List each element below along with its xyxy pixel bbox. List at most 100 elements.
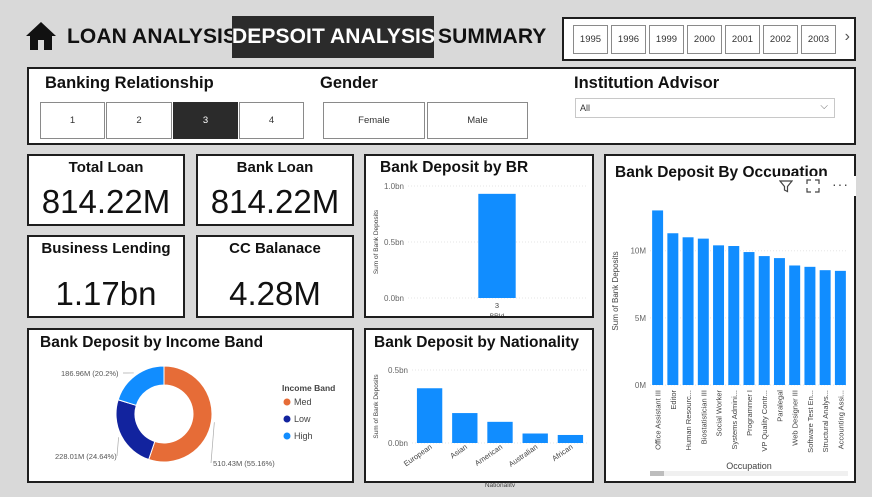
gender-option-female[interactable]: Female: [323, 102, 425, 139]
occupation-bar-chart: 0M 5M 10M Sum of Bank Deposits Office Assist…: [611, 210, 848, 476]
x-tick-label: African: [550, 442, 574, 463]
y-tick-label: 0M: [635, 381, 646, 390]
kpi-value: 4.28M: [229, 275, 321, 312]
tab-loan-analysis[interactable]: LOAN ANALYSIS: [67, 16, 237, 58]
legend-label: High: [294, 431, 313, 441]
kpi-value: 814.22M: [210, 183, 340, 220]
donut-slice-high: [117, 365, 165, 407]
year-slicer: 1995 1996 1999 2000 2001 2002 2003 ›: [562, 17, 856, 61]
kpi-card-cc-balance: CC Balanace 4.28M: [196, 235, 354, 318]
bar-6: [743, 252, 755, 385]
data-label: 228.01M (24.64%): [55, 452, 117, 461]
year-button[interactable]: 2000: [687, 25, 722, 54]
more-options-icon[interactable]: ···: [832, 176, 849, 192]
kpi-value: 814.22M: [41, 183, 171, 220]
y-tick-label: 0.0bn: [388, 439, 408, 448]
x-tick-label: 3: [495, 301, 499, 310]
y-axis-title: Sum of Bank Deposits: [373, 209, 380, 274]
tab-summary[interactable]: SUMMARY: [438, 16, 546, 58]
legend-label: Med: [294, 397, 312, 407]
data-label: 186.96M (20.2%): [61, 369, 119, 378]
kpi-title: Business Lending: [41, 240, 171, 257]
x-tick-label: Web Designer III: [791, 390, 800, 446]
legend-marker-high: [283, 432, 291, 440]
dropdown-value: All: [580, 103, 591, 113]
year-button[interactable]: 2001: [725, 25, 760, 54]
br-option-1[interactable]: 1: [40, 102, 105, 139]
bar-0: [416, 388, 443, 443]
x-tick-label: American: [473, 442, 504, 468]
chart-title: Bank Deposit by Nationality: [374, 334, 579, 351]
x-tick-label: Accounting Assi...: [836, 390, 845, 449]
bank-deposit-by-occupation-card: Bank Deposit By Occupation ··· 0M 5M 10M Su…: [604, 154, 856, 483]
bar-8: [773, 258, 785, 385]
chart-title: Bank Deposit by BR: [380, 159, 529, 176]
data-label: 510.43M (55.16%): [213, 459, 275, 468]
chevron-down-icon: ⌵: [820, 101, 828, 112]
income-band-donut-chart: 510.43M (55.16%) 228.01M (24.64%) 186.96M …: [55, 365, 335, 468]
filter-icon[interactable]: [779, 179, 793, 193]
tab-deposit-analysis[interactable]: DEPSOIT ANALYSIS: [232, 16, 435, 58]
x-tick-label: Asian: [448, 442, 469, 460]
y-tick-label: 5M: [635, 314, 646, 323]
x-tick-label: Biostatistician III: [699, 390, 708, 444]
x-tick-label: Australian: [507, 442, 539, 469]
chevron-right-icon[interactable]: ›: [845, 28, 850, 46]
br-option-4[interactable]: 4: [239, 102, 304, 139]
year-button[interactable]: 2003: [801, 25, 836, 54]
year-button[interactable]: 2002: [763, 25, 798, 54]
focus-mode-icon[interactable]: [806, 179, 820, 193]
bar-11: [819, 270, 831, 385]
x-tick-label: Structural Analys...: [821, 390, 830, 453]
x-tick-label: Paralegal: [775, 390, 784, 422]
bar-3: [522, 433, 548, 443]
y-axis-title: Sum of Bank Deposits: [611, 251, 620, 330]
bar-4: [713, 245, 725, 385]
bar-10: [804, 266, 816, 385]
legend-title: Income Band: [282, 383, 335, 393]
kpi-card-bank-loan: Bank Loan 814.22M: [196, 154, 354, 226]
kpi-title: Bank Loan: [236, 159, 314, 176]
nationality-bar-chart: 0.0bn0.5bnSum of Bank DepositsEuropean As…: [373, 366, 588, 487]
bar-1: [667, 233, 679, 385]
x-tick-label: VP Quality Contr...: [760, 390, 769, 452]
x-axis-title: Occupation: [726, 461, 772, 471]
gender-option-male[interactable]: Male: [427, 102, 528, 139]
bar-3: [697, 238, 709, 385]
bar-0: [652, 210, 664, 385]
chart-title: Bank Deposit by Income Band: [40, 334, 264, 351]
kpi-card-business-lending: Business Lending 1.17bn: [27, 235, 185, 318]
y-tick-label: 0.0bn: [384, 294, 404, 303]
y-tick-label: 1.0bn: [384, 182, 404, 191]
kpi-card-total-loan: Total Loan 814.22M: [27, 154, 185, 226]
x-tick-label: Software Test En...: [806, 390, 815, 453]
bar-9: [789, 265, 801, 385]
leader-line: [210, 422, 215, 464]
bar-5: [728, 246, 740, 385]
bank-deposit-by-nationality-card: Bank Deposit by Nationality 0.0bn 0.5bn Su…: [364, 328, 594, 487]
year-button[interactable]: 1999: [649, 25, 684, 54]
bar-2: [682, 237, 694, 385]
institution-advisor-dropdown[interactable]: All ⌵: [575, 98, 835, 118]
bar-4: [557, 434, 584, 443]
horizontal-scrollbar-track: [650, 471, 848, 476]
year-button[interactable]: 1996: [611, 25, 646, 54]
bank-deposit-by-br-card: Bank Deposit by BR 0.0bn 0.5bn 1.0bn Sum of…: [364, 154, 594, 318]
x-axis-title: Nationality: [485, 482, 516, 487]
institution-advisor-title: Institution Advisor: [574, 74, 720, 92]
br-option-3[interactable]: 3: [173, 102, 238, 139]
banking-relationship-title: Banking Relationship: [45, 74, 214, 92]
legend-marker-med: [283, 398, 291, 406]
bar-0: [478, 193, 516, 298]
kpi-title: Total Loan: [68, 159, 144, 176]
year-button[interactable]: 1995: [573, 25, 608, 54]
y-axis-title: Sum of Bank Deposits: [373, 374, 380, 439]
y-tick-label: 10M: [630, 247, 646, 256]
leader-line: [116, 437, 119, 457]
bar-7: [758, 256, 770, 385]
x-tick-label: Human Resourc...: [684, 390, 693, 450]
y-tick-label: 0.5bn: [388, 366, 408, 375]
gender-title: Gender: [320, 74, 378, 92]
home-icon[interactable]: [25, 21, 57, 51]
br-option-2[interactable]: 2: [106, 102, 172, 139]
